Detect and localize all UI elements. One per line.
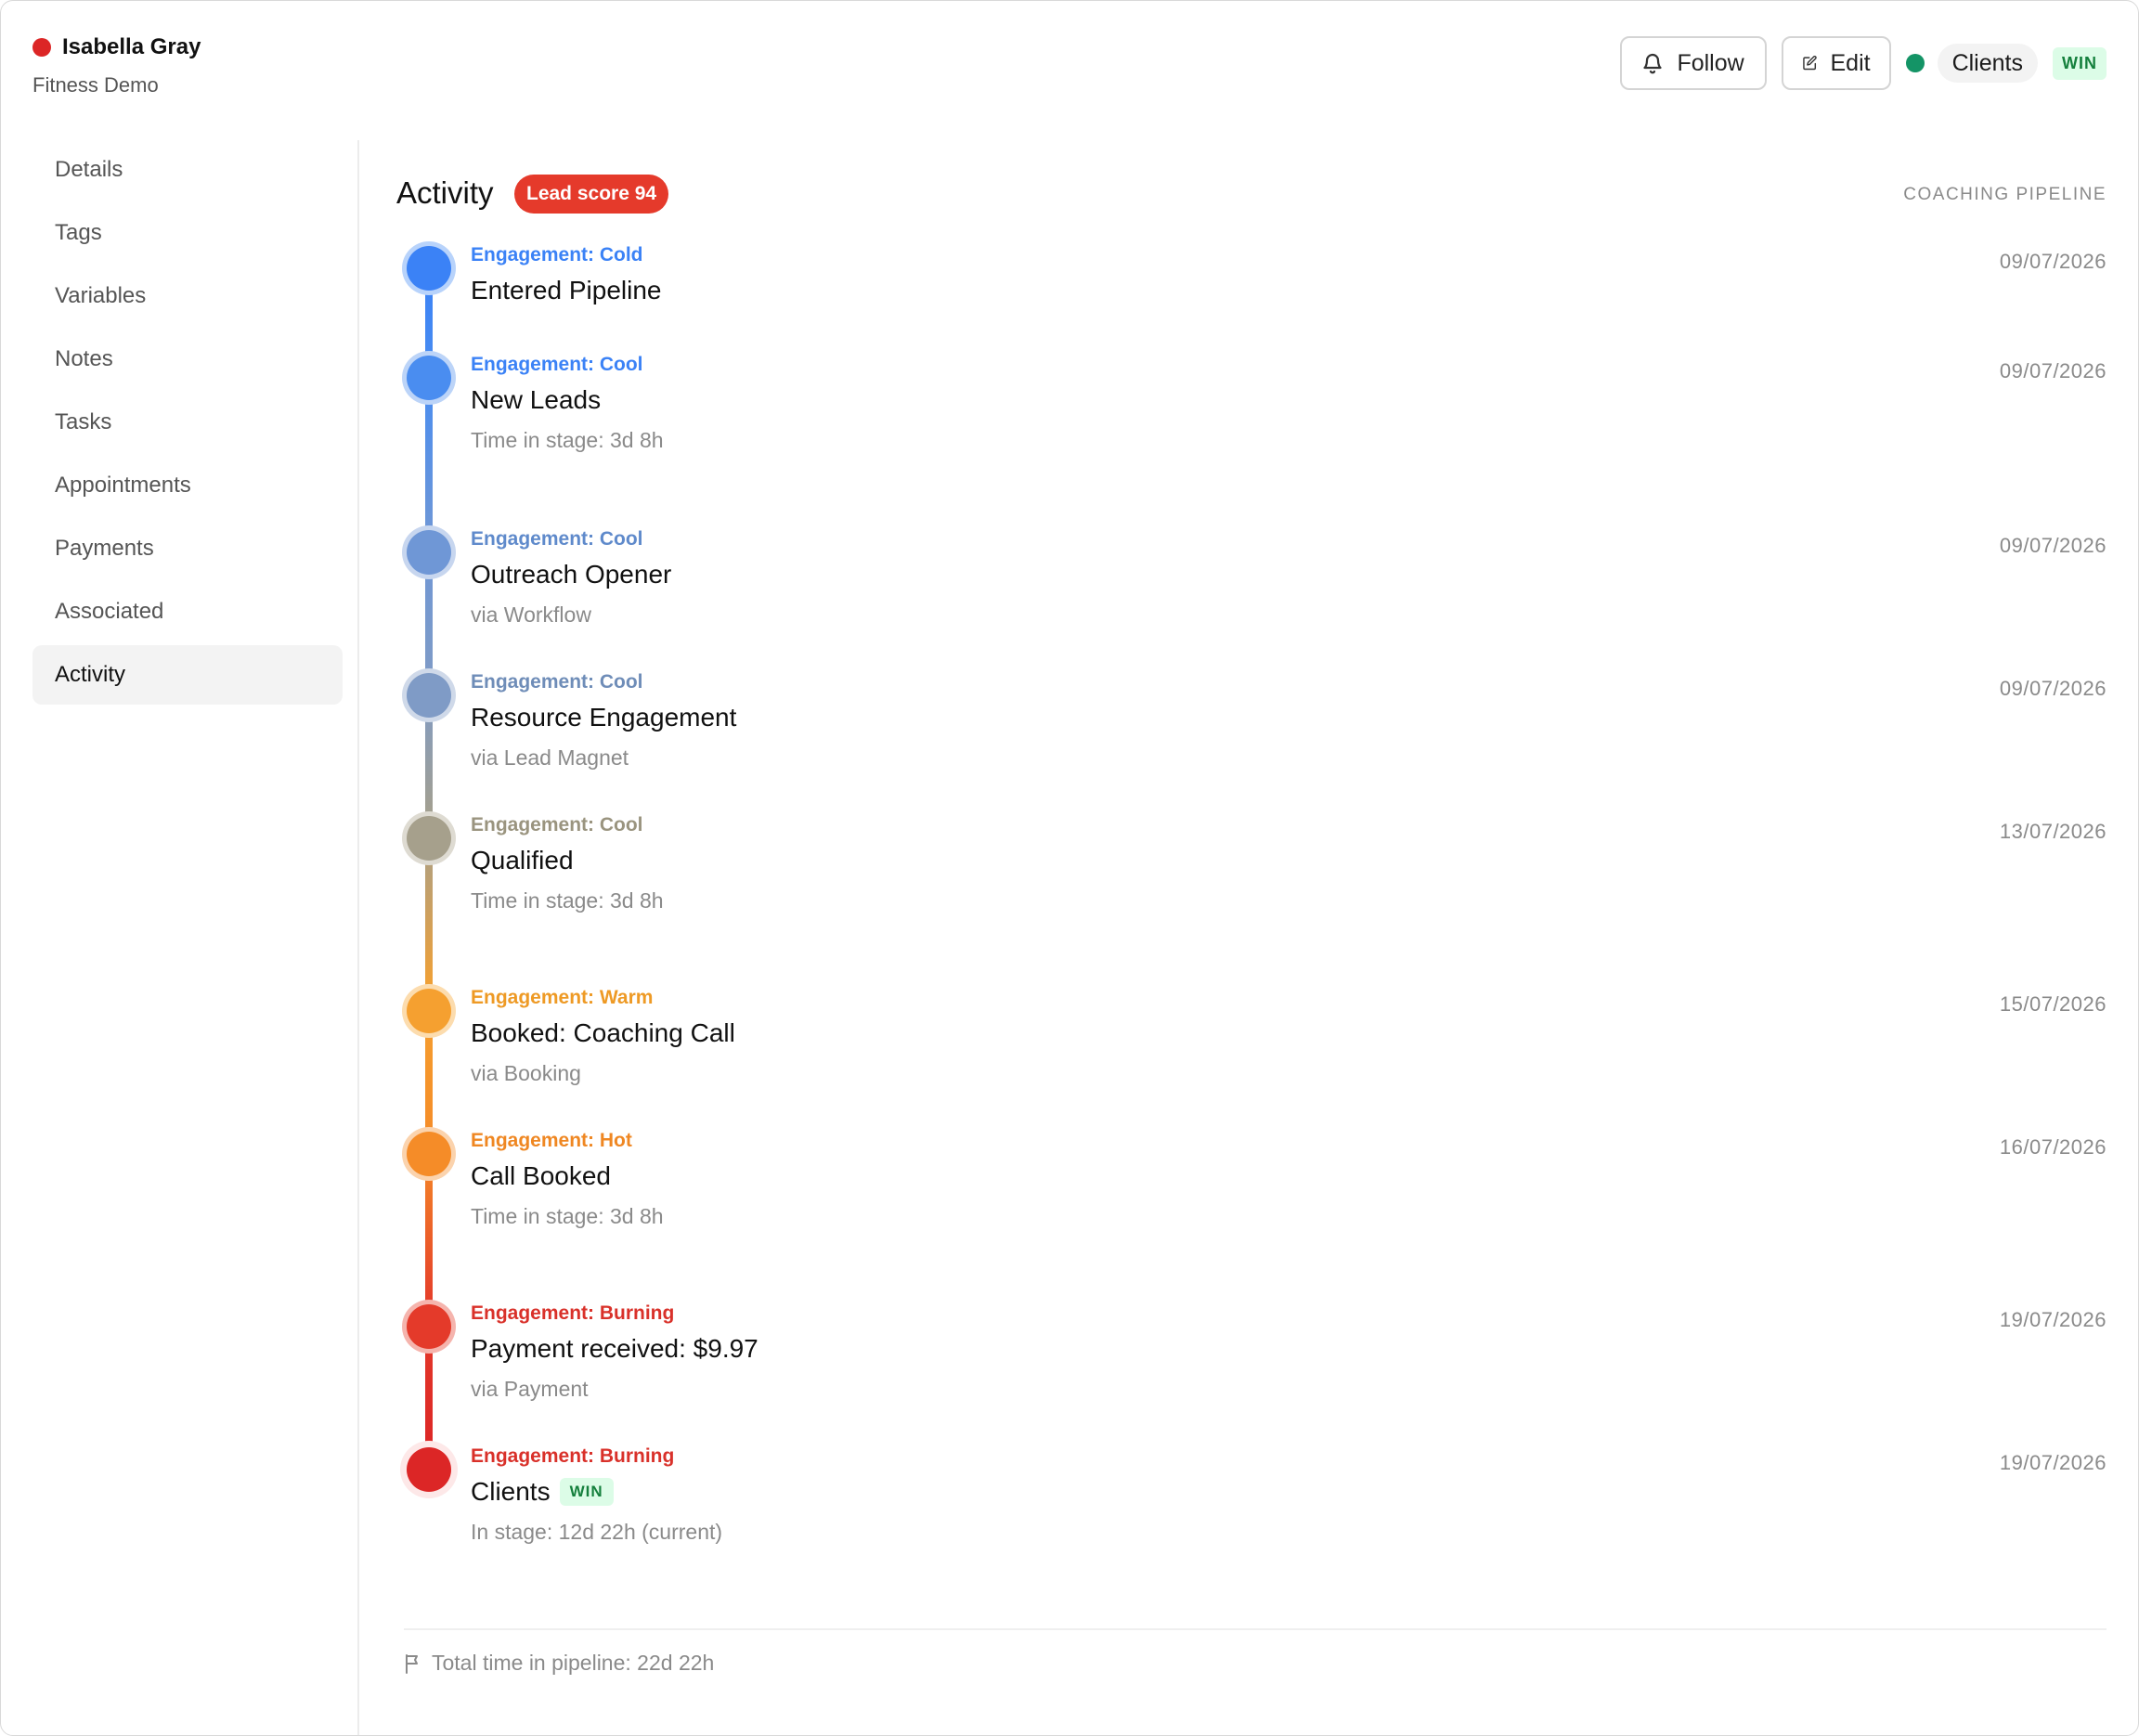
engagement-label: Engagement: Burning	[471, 1302, 675, 1324]
header-actions: Follow Edit Clients WIN	[1619, 36, 2107, 90]
event-date: 09/07/2026	[1999, 534, 2107, 557]
timeline-event: Engagement: Cool Qualified Time in stage…	[471, 814, 2107, 913]
event-title: Entered Pipeline	[471, 276, 662, 304]
contact-info: Isabella Gray Fitness Demo	[32, 34, 201, 97]
timeline-dot	[407, 1304, 451, 1349]
sidebar-item-variables[interactable]: Variables	[32, 266, 343, 326]
engagement-label: Engagement: Cool	[471, 671, 643, 693]
win-badge: WIN	[2053, 46, 2107, 80]
stage-status-dot	[1905, 54, 1925, 72]
timeline-dot	[407, 246, 451, 291]
event-subtitle: Time in stage: 3d 8h	[471, 1204, 664, 1228]
contact-name: Isabella Gray	[62, 34, 201, 59]
timeline-event-current: Engagement: Burning Clients WIN In stage…	[471, 1445, 2107, 1545]
sidebar-item-payments[interactable]: Payments	[32, 519, 343, 578]
timeline-dot	[407, 530, 451, 575]
timeline-event: Engagement: Warm Booked: Coaching Call v…	[471, 987, 2107, 1086]
event-title: Call Booked	[471, 1161, 611, 1190]
timeline-event: Engagement: Cold Entered Pipeline 09/07/…	[471, 244, 2107, 305]
event-title: Outreach Opener	[471, 560, 672, 589]
sidebar: Details Tags Variables Notes Tasks Appoi…	[1, 140, 359, 1735]
sidebar-item-notes[interactable]: Notes	[32, 330, 343, 389]
sidebar-item-tags[interactable]: Tags	[32, 203, 343, 263]
engagement-label: Engagement: Cold	[471, 244, 643, 266]
event-title: Payment received: $9.97	[471, 1334, 758, 1363]
pipeline-total: Total time in pipeline: 22d 22h	[404, 1651, 714, 1676]
event-title: Qualified	[471, 846, 574, 874]
sidebar-item-appointments[interactable]: Appointments	[32, 456, 343, 515]
timeline-dot	[407, 1132, 451, 1176]
timeline-event: Engagement: Cool New Leads Time in stage…	[471, 354, 2107, 453]
timeline-dot-current	[407, 1447, 451, 1492]
contact-window: Isabella Gray Fitness Demo Follow Edit C…	[0, 0, 2139, 1736]
sidebar-item-associated[interactable]: Associated	[32, 582, 343, 641]
timeline-line	[425, 382, 433, 538]
event-date: 19/07/2026	[1999, 1451, 2107, 1474]
timeline-event: Engagement: Burning Payment received: $9…	[471, 1302, 2107, 1402]
event-date: 15/07/2026	[1999, 992, 2107, 1016]
event-subtitle: via Lead Magnet	[471, 745, 629, 770]
timeline-dot	[407, 673, 451, 718]
pipeline-total-text: Total time in pipeline: 22d 22h	[432, 1651, 715, 1675]
bell-icon	[1643, 53, 1663, 74]
timeline-dot	[407, 989, 451, 1033]
event-subtitle: Time in stage: 3d 8h	[471, 428, 664, 452]
activity-timeline: Engagement: Cold Entered Pipeline 09/07/…	[396, 140, 2107, 1626]
timeline-event: Engagement: Cool Outreach Opener via Wor…	[471, 528, 2107, 628]
event-subtitle: Time in stage: 3d 8h	[471, 888, 664, 913]
flag-icon	[406, 1653, 418, 1674]
timeline-dot	[407, 816, 451, 861]
edit-button[interactable]: Edit	[1781, 36, 1891, 90]
event-subtitle: via Workflow	[471, 602, 591, 627]
engagement-label: Engagement: Cool	[471, 354, 643, 375]
timeline-dot	[407, 356, 451, 400]
event-subtitle: via Payment	[471, 1377, 589, 1401]
engagement-label: Engagement: Burning	[471, 1445, 675, 1467]
edit-icon	[1802, 56, 1817, 71]
timeline-event: Engagement: Cool Resource Engagement via…	[471, 671, 2107, 771]
engagement-label: Engagement: Warm	[471, 987, 654, 1008]
event-subtitle: In stage: 12d 22h (current)	[471, 1520, 723, 1544]
event-subtitle: via Booking	[471, 1061, 581, 1085]
status-dot	[32, 38, 51, 57]
contact-header: Isabella Gray Fitness Demo Follow Edit C…	[1, 1, 2138, 122]
engagement-label: Engagement: Cool	[471, 528, 643, 550]
timeline-event: Engagement: Hot Call Booked Time in stag…	[471, 1130, 2107, 1229]
event-date: 09/07/2026	[1999, 677, 2107, 700]
event-date: 19/07/2026	[1999, 1308, 2107, 1331]
event-title: Booked: Coaching Call	[471, 1018, 735, 1047]
edit-label: Edit	[1830, 49, 1871, 76]
event-date: 13/07/2026	[1999, 820, 2107, 843]
event-date: 09/07/2026	[1999, 359, 2107, 382]
contact-subtitle: Fitness Demo	[32, 73, 159, 97]
event-title: Resource Engagement	[471, 703, 737, 732]
footer-divider	[404, 1628, 2107, 1630]
follow-label: Follow	[1677, 49, 1744, 76]
sidebar-item-activity[interactable]: Activity	[32, 645, 343, 705]
activity-panel: Activity Lead score 94 COACHING PIPELINE	[396, 140, 2107, 1735]
win-badge: WIN	[559, 1478, 614, 1506]
event-title: New Leads	[471, 385, 602, 414]
event-date: 16/07/2026	[1999, 1135, 2107, 1159]
event-title-text: Clients	[471, 1477, 551, 1506]
engagement-label: Engagement: Cool	[471, 814, 643, 836]
engagement-label: Engagement: Hot	[471, 1130, 632, 1151]
sidebar-item-tasks[interactable]: Tasks	[32, 393, 343, 452]
event-title: Clients WIN	[471, 1477, 2107, 1507]
sidebar-item-details[interactable]: Details	[32, 140, 343, 200]
event-date: 09/07/2026	[1999, 250, 2107, 273]
stage-pill[interactable]: Clients	[1937, 44, 2038, 83]
follow-button[interactable]: Follow	[1619, 36, 1767, 90]
